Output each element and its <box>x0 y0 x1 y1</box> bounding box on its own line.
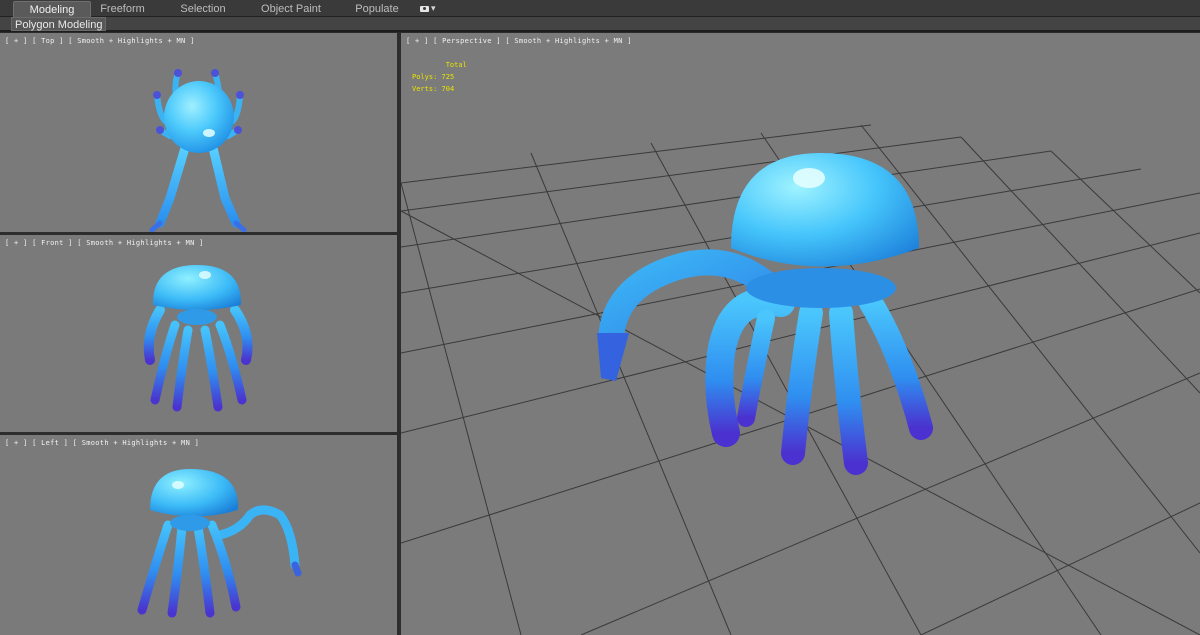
tab-object-paint[interactable]: Object Paint <box>257 1 325 17</box>
jellyfish-front-view <box>143 265 253 412</box>
stats-header <box>412 61 446 69</box>
viewport-label-perspective[interactable]: [ + ] [ Perspective ] [ Smooth + Highlig… <box>406 37 632 45</box>
stats-polys-value: 725 <box>441 73 455 81</box>
ribbon-tab-bar: Modeling Freeform Selection Object Paint… <box>0 0 1200 17</box>
tab-populate[interactable]: Populate <box>350 1 404 17</box>
viewport-perspective[interactable]: [ + ] [ Perspective ] [ Smooth + Highlig… <box>401 33 1200 635</box>
panel-title-polygon-modeling[interactable]: Polygon Modeling <box>11 17 107 31</box>
statistics-overlay: Total Polys: 725 Verts: 704 <box>412 59 467 95</box>
stats-polys-label: Polys: <box>412 73 438 81</box>
viewport-front[interactable]: [ + ] [ Front ] [ Smooth + Highlights + … <box>0 235 397 432</box>
stats-verts-value: 704 <box>441 85 455 93</box>
stats-total-label: Total <box>445 61 467 69</box>
viewport-top[interactable]: [ + ] [ Top ] [ Smooth + Highlights + MN… <box>0 33 397 232</box>
tab-freeform[interactable]: Freeform <box>95 1 150 17</box>
perspective-grid <box>401 124 1200 635</box>
camera-icon <box>420 5 429 12</box>
tab-selection[interactable]: Selection <box>172 1 234 17</box>
stats-verts-label: Verts: <box>412 85 438 93</box>
viewport-left[interactable]: [ + ] [ Left ] [ Smooth + Highlights + M… <box>0 435 397 635</box>
jellyfish-model-perspective <box>597 153 933 475</box>
ribbon-options-button[interactable]: ▾ <box>420 2 440 14</box>
jellyfish-top-view <box>149 69 247 232</box>
jellyfish-left-view <box>137 469 302 618</box>
chevron-down-icon: ▾ <box>431 3 436 13</box>
ribbon-panel: Polygon Modeling <box>0 17 1200 32</box>
tab-modeling[interactable]: Modeling <box>13 1 91 17</box>
